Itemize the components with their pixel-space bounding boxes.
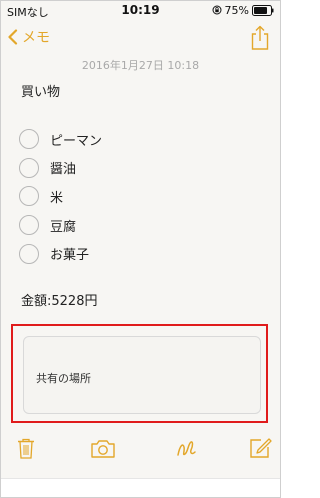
nav-bar: メモ — [1, 23, 280, 53]
share-icon[interactable] — [249, 25, 271, 51]
checklist-item: ピーマン — [19, 125, 259, 154]
checkbox-circle[interactable] — [19, 157, 39, 178]
checklist-item: お菓子 — [19, 239, 259, 268]
checklist: ピーマン 醤油 米 豆腐 お菓子 — [19, 125, 259, 268]
status-right: 75% — [212, 3, 274, 17]
sketch-icon[interactable] — [173, 435, 199, 461]
bottom-strip — [1, 478, 280, 497]
checkbox-circle[interactable] — [19, 129, 39, 150]
checklist-item: 豆腐 — [19, 211, 259, 240]
trash-icon[interactable] — [13, 435, 39, 461]
checklist-label[interactable]: ピーマン — [50, 130, 102, 149]
compose-icon[interactable] — [247, 435, 273, 461]
note-date: 2016年1月27日 10:18 — [81, 59, 200, 72]
checklist-label[interactable]: お菓子 — [50, 244, 89, 263]
back-label: メモ — [22, 30, 50, 46]
checklist-item: 醤油 — [19, 154, 259, 183]
checkbox-circle[interactable] — [19, 215, 39, 236]
back-button[interactable]: メモ — [7, 27, 50, 47]
checklist-label[interactable]: 豆腐 — [50, 216, 76, 235]
shared-location-card[interactable]: 共有の場所 — [23, 336, 261, 414]
status-bar: SIMなし 10:19 75% — [1, 1, 280, 21]
note-total[interactable]: 金額:5228円 — [21, 290, 97, 309]
battery-icon — [252, 4, 274, 16]
shared-location-label: 共有の場所 — [36, 372, 91, 385]
checklist-item: 米 — [19, 182, 259, 211]
note-title[interactable]: 買い物 — [21, 81, 60, 100]
checklist-label[interactable]: 米 — [50, 187, 63, 206]
notes-screen: SIMなし 10:19 75% メモ 2016年1月27日 10:18 買い物 … — [0, 0, 281, 498]
camera-icon[interactable] — [89, 435, 117, 461]
checkbox-circle[interactable] — [19, 243, 39, 264]
checkbox-circle[interactable] — [19, 186, 39, 207]
bottom-toolbar — [1, 435, 280, 467]
checklist-label[interactable]: 醤油 — [50, 158, 76, 177]
rotation-lock-icon — [212, 5, 222, 15]
chevron-left-icon — [8, 29, 18, 45]
battery-percent: 75% — [224, 3, 249, 17]
